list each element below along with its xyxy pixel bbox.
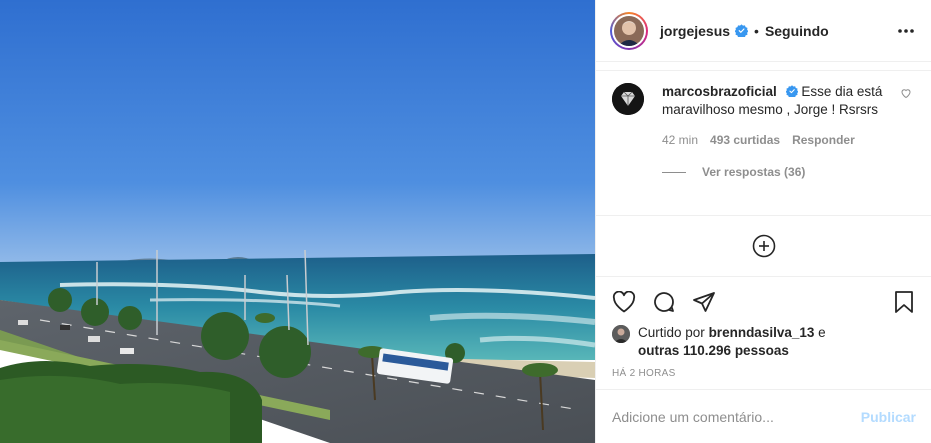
comments-list[interactable]: marcosbrazoficial Esse dia está maravilh… — [596, 70, 931, 208]
bookmark-icon[interactable] — [892, 290, 916, 314]
publish-button[interactable]: Publicar — [861, 409, 916, 425]
commenter-username[interactable]: marcosbrazoficial — [662, 84, 777, 99]
liked-by-summary: Curtido por brenndasilva_13 e outras 110… — [612, 324, 916, 360]
comment-icon[interactable] — [652, 290, 676, 314]
comment-likes-count[interactable]: 493 curtidas — [710, 131, 780, 149]
comment-meta: 42 min 493 curtidas Responder — [662, 131, 892, 149]
small-heart-icon[interactable] — [900, 83, 916, 149]
share-icon[interactable] — [692, 290, 716, 314]
separator-dot: • — [754, 22, 759, 39]
comment-time[interactable]: 42 min — [662, 131, 698, 149]
reply-button[interactable]: Responder — [792, 131, 855, 149]
liked-by-conjunction: e — [818, 325, 826, 340]
post-photo[interactable] — [0, 0, 595, 443]
beach-landscape-image — [0, 0, 595, 443]
verified-badge-icon — [735, 24, 749, 37]
author-avatar-photo — [614, 15, 644, 46]
verified-badge-icon — [785, 85, 798, 97]
heart-icon[interactable] — [612, 290, 636, 314]
comment-item: marcosbrazoficial Esse dia está maravilh… — [596, 71, 931, 149]
author-avatar[interactable] — [610, 11, 648, 50]
view-replies-label: Ver respostas (36) — [702, 165, 806, 179]
author-username[interactable]: jorgejesus — [660, 23, 730, 39]
plus-circle-icon[interactable] — [752, 234, 776, 258]
post-actions-section: Curtido por brenndasilva_13 e outras 110… — [596, 276, 931, 379]
replies-divider-line — [662, 171, 686, 173]
add-comment-bar: Publicar — [596, 389, 931, 443]
other-likers-link[interactable]: outras 110.296 pessoas — [638, 343, 789, 358]
following-button[interactable]: Seguindo — [765, 23, 829, 39]
post-header: jorgejesus • Seguindo — [596, 0, 931, 62]
first-liker-username[interactable]: brenndasilva_13 — [709, 325, 815, 340]
more-options-icon[interactable] — [895, 20, 917, 42]
liked-by-prefix: Curtido por — [638, 325, 705, 340]
post-timestamp[interactable]: HÁ 2 HORAS — [612, 368, 916, 379]
view-replies-button[interactable]: Ver respostas (36) — [662, 165, 931, 179]
post-side-panel: jorgejesus • Seguindo marcosbrazoficial … — [595, 0, 931, 443]
action-bar — [612, 289, 916, 315]
liker-avatar[interactable] — [612, 325, 630, 343]
comment-input[interactable] — [612, 408, 861, 425]
commenter-avatar[interactable] — [612, 83, 644, 115]
load-more-comments — [596, 215, 931, 275]
